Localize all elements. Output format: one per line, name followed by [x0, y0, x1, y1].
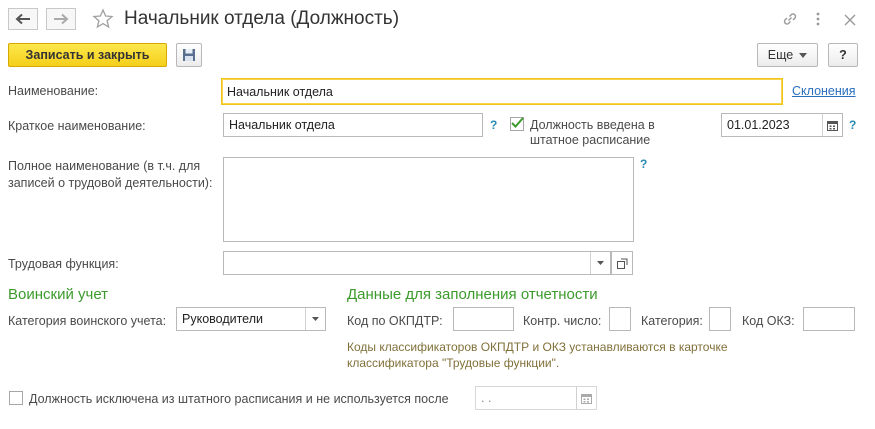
calendar-icon — [827, 120, 838, 131]
reporting-section-title: Данные для заполнения отчетности — [347, 286, 598, 303]
save-and-close-button[interactable]: Записать и закрыть — [8, 43, 167, 67]
staff-date-input[interactable]: 01.01.2023 — [721, 113, 843, 137]
excluded-date-value: . . — [481, 391, 492, 405]
checkmark-icon — [511, 117, 524, 128]
staff-schedule-label-line1: Должность введена в — [530, 118, 655, 132]
okz-input[interactable] — [803, 307, 855, 331]
close-button[interactable] — [842, 10, 858, 28]
full-name-label-line2: записей о трудовой деятельности): — [8, 176, 213, 190]
excluded-checkbox-label: Должность исключена из штатного расписан… — [29, 392, 449, 406]
arrow-right-icon — [54, 13, 69, 25]
declensions-link[interactable]: Склонения — [792, 84, 856, 98]
link-button[interactable] — [781, 10, 799, 28]
forward-button[interactable] — [46, 8, 76, 30]
okpdtr-label: Код по ОКПДТР: — [347, 314, 443, 328]
reporting-note-line2: классификатора "Трудовые функции". — [347, 356, 560, 370]
chevron-down-icon — [799, 52, 808, 58]
labor-function-open-button[interactable] — [611, 251, 633, 275]
full-name-label-line1: Полное наименование (в т.ч. для — [8, 159, 201, 173]
link-icon — [783, 13, 797, 25]
military-category-dropdown-button[interactable] — [305, 308, 325, 330]
staff-schedule-label-line2: штатное расписание — [530, 133, 651, 147]
chevron-down-icon — [312, 317, 319, 321]
military-category-select[interactable]: Руководители — [176, 307, 326, 331]
back-button[interactable] — [8, 8, 38, 30]
help-button[interactable]: ? — [828, 43, 858, 67]
close-icon — [844, 14, 856, 26]
short-name-input[interactable]: Начальник отдела — [223, 113, 483, 137]
okpdtr-category-input[interactable] — [709, 307, 731, 331]
full-name-help-icon[interactable]: ? — [640, 157, 647, 171]
okpdtr-input[interactable] — [453, 307, 514, 331]
control-number-input[interactable] — [609, 307, 631, 331]
staff-schedule-checkbox[interactable] — [510, 117, 524, 131]
excluded-checkbox[interactable] — [9, 391, 23, 405]
calendar-icon — [581, 393, 592, 404]
star-icon — [92, 8, 114, 29]
page-title: Начальник отдела (Должность) — [124, 8, 400, 29]
reporting-note-line1: Коды классификаторов ОКПДТР и ОКЗ устана… — [347, 340, 728, 354]
excluded-date-input[interactable]: . . — [475, 386, 597, 410]
more-actions-button[interactable] — [812, 10, 824, 28]
more-menu-label: Еще — [767, 48, 794, 62]
staff-date-value: 01.01.2023 — [727, 118, 790, 132]
okpdtr-category-label: Категория: — [641, 314, 703, 328]
floppy-disk-icon — [183, 49, 195, 61]
name-input[interactable]: Начальник отдела — [221, 78, 783, 105]
calendar-button[interactable] — [822, 114, 842, 136]
save-button[interactable] — [176, 43, 202, 67]
more-menu-button[interactable]: Еще — [757, 43, 818, 67]
excluded-calendar-button[interactable] — [576, 387, 596, 409]
labor-function-dropdown-button[interactable] — [590, 252, 610, 274]
arrow-left-icon — [15, 13, 30, 25]
full-name-textarea[interactable] — [223, 157, 634, 242]
labor-function-input[interactable] — [223, 251, 611, 275]
okz-label: Код ОКЗ: — [742, 314, 795, 328]
short-name-help-icon[interactable]: ? — [490, 118, 497, 132]
military-category-value: Руководители — [182, 312, 263, 326]
military-category-label: Категория воинского учета: — [8, 314, 167, 328]
staff-date-help-icon[interactable]: ? — [849, 118, 856, 132]
kebab-menu-icon — [816, 12, 820, 26]
labor-function-label: Трудовая функция: — [8, 257, 119, 271]
favorite-star-button[interactable] — [92, 8, 114, 30]
open-window-icon — [616, 258, 627, 269]
chevron-down-icon — [597, 261, 604, 265]
name-label: Наименование: — [8, 84, 99, 98]
control-number-label: Контр. число: — [523, 314, 602, 328]
military-section-title: Воинский учет — [8, 286, 109, 303]
short-name-label: Краткое наименование: — [8, 119, 146, 133]
